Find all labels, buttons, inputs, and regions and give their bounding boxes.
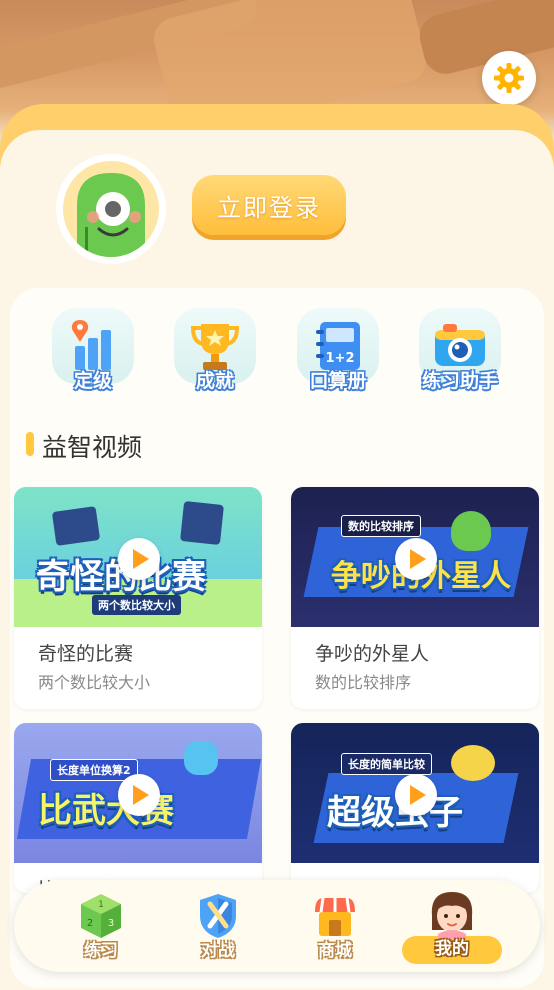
tab-label: 练习 [84,941,118,961]
video-thumbnail: 数的比较排序 争吵的外星人 [291,487,539,627]
svg-text:1+2: 1+2 [326,351,355,366]
play-icon [410,549,426,569]
video-subtitle: 两个数比较大小 [38,673,151,692]
green-monster-avatar-icon [63,161,159,257]
tab-battle[interactable]: 对战 [173,890,263,966]
settings-button[interactable] [482,51,536,105]
video-card[interactable]: 数的比较排序 争吵的外星人 争吵的外星人 数的比较排序 [291,487,539,709]
video-subtitle: 数的比较排序 [315,673,412,692]
quick-action-achievement[interactable]: 成就 [170,308,260,398]
thumbnail-tag: 长度单位换算2 [50,759,138,781]
video-card[interactable]: 长度的简单比较 超级虫子 超级虫子 [291,723,539,893]
quick-action-label: 成就 [195,370,234,392]
video-thumbnail: 奇怪的比赛 两个数比较大小 [14,487,262,627]
thumbnail-tag: 数的比较排序 [341,515,421,537]
thumbnail-tag: 长度的简单比较 [341,753,432,775]
avatar[interactable] [56,154,166,264]
girl-avatar-icon [431,892,473,940]
thumbnail-tag: 两个数比较大小 [92,595,181,615]
quick-action-level[interactable]: 定级 [48,308,138,398]
video-card[interactable]: 长度单位换算2 比武大赛 比武大赛 [14,723,262,893]
tab-label: 商城 [318,941,352,961]
tab-label: 我的 [435,939,469,959]
video-thumbnail: 长度单位换算2 比武大赛 [14,723,262,863]
play-icon [133,549,149,569]
quick-action-label: 口算册 [309,370,367,392]
login-button[interactable]: 立即登录 [192,175,346,235]
tab-mine[interactable]: 我的 [407,886,497,962]
svg-text:2: 2 [87,918,93,929]
quick-action-label: 练习助手 [421,370,498,392]
tab-practice[interactable]: 1 2 3 练习 [56,890,146,966]
play-button[interactable] [395,538,437,580]
play-icon [410,785,426,805]
video-title: 争吵的外星人 [315,643,430,665]
tab-shop[interactable]: 商城 [290,890,380,966]
section-title: 益智视频 [42,433,143,462]
svg-text:3: 3 [108,918,114,929]
video-card[interactable]: 奇怪的比赛 两个数比较大小 奇怪的比赛 两个数比较大小 [14,487,262,709]
shop-icon [315,897,355,936]
video-title: 奇怪的比赛 [38,643,134,665]
quick-action-practice-assistant[interactable]: 练习助手 [415,308,505,398]
video-thumbnail: 长度的简单比较 超级虫子 [291,723,539,863]
sword-shield-icon [200,894,236,938]
tab-label: 对战 [201,941,235,961]
svg-text:1: 1 [98,900,104,910]
play-button[interactable] [118,774,160,816]
play-icon [133,785,149,805]
quick-action-mental-math-book[interactable]: 1+2 口算册 [293,308,383,398]
section-accent-bar [26,432,34,456]
quick-action-label: 定级 [73,370,112,392]
play-button[interactable] [395,774,437,816]
play-button[interactable] [118,538,160,580]
gear-icon [494,63,524,93]
dice-cube-icon: 1 2 3 [81,894,121,938]
